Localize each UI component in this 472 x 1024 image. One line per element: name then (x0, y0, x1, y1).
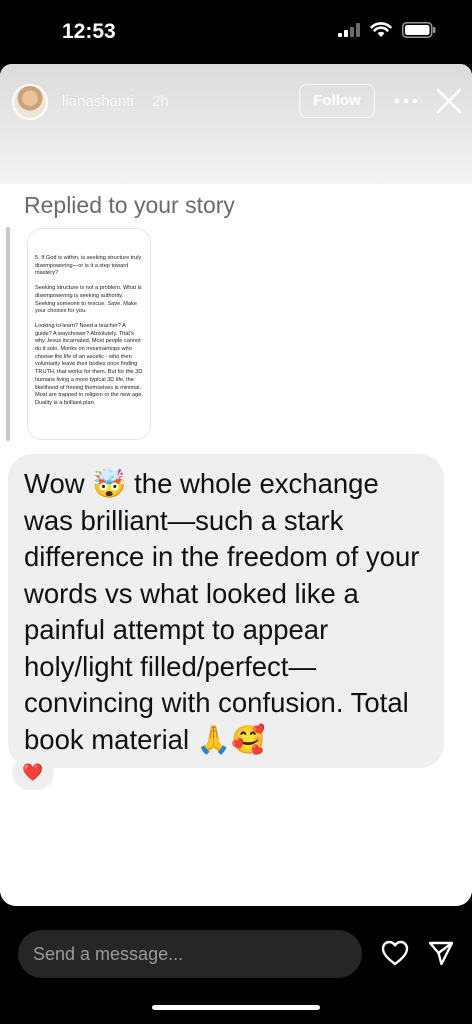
heart-reaction[interactable]: ❤️ (12, 756, 54, 790)
story-text-paragraph: Seeking structure is not a problem. What… (35, 285, 142, 315)
avatar[interactable] (12, 84, 48, 120)
wifi-icon (370, 22, 392, 37)
story-text-paragraph: 5. If God is within, is seeking structur… (35, 255, 142, 277)
story-reply-card: lianashanti 2h Follow Replied to your st… (0, 64, 472, 906)
time-ago: 2h (152, 93, 169, 110)
close-icon[interactable] (436, 88, 462, 114)
story-header: lianashanti 2h Follow (0, 64, 472, 184)
reply-indicator-bar (6, 227, 10, 441)
follow-button[interactable]: Follow (299, 84, 375, 118)
replied-label: Replied to your story (24, 192, 235, 218)
cellular-signal-icon (338, 23, 360, 37)
battery-icon (402, 22, 436, 38)
home-indicator (152, 1005, 320, 1010)
story-thumbnail[interactable]: 5. If God is within, is seeking structur… (28, 229, 150, 439)
username[interactable]: lianashanti (62, 93, 134, 110)
more-icon[interactable] (394, 96, 418, 106)
message-text: Wow 🤯 the whole exchange was brilliant—s… (24, 468, 420, 755)
status-time: 12:53 (62, 20, 116, 43)
status-bar: 12:53 (0, 0, 472, 64)
message-input[interactable]: Send a message... (18, 930, 362, 978)
story-text-paragraph: Looking to learn? Need a teacher? A guid… (35, 322, 143, 406)
status-icons (338, 22, 436, 38)
heart-icon[interactable] (381, 940, 409, 966)
message-bubble[interactable]: Wow 🤯 the whole exchange was brilliant—s… (8, 454, 444, 768)
send-icon[interactable] (428, 940, 454, 966)
